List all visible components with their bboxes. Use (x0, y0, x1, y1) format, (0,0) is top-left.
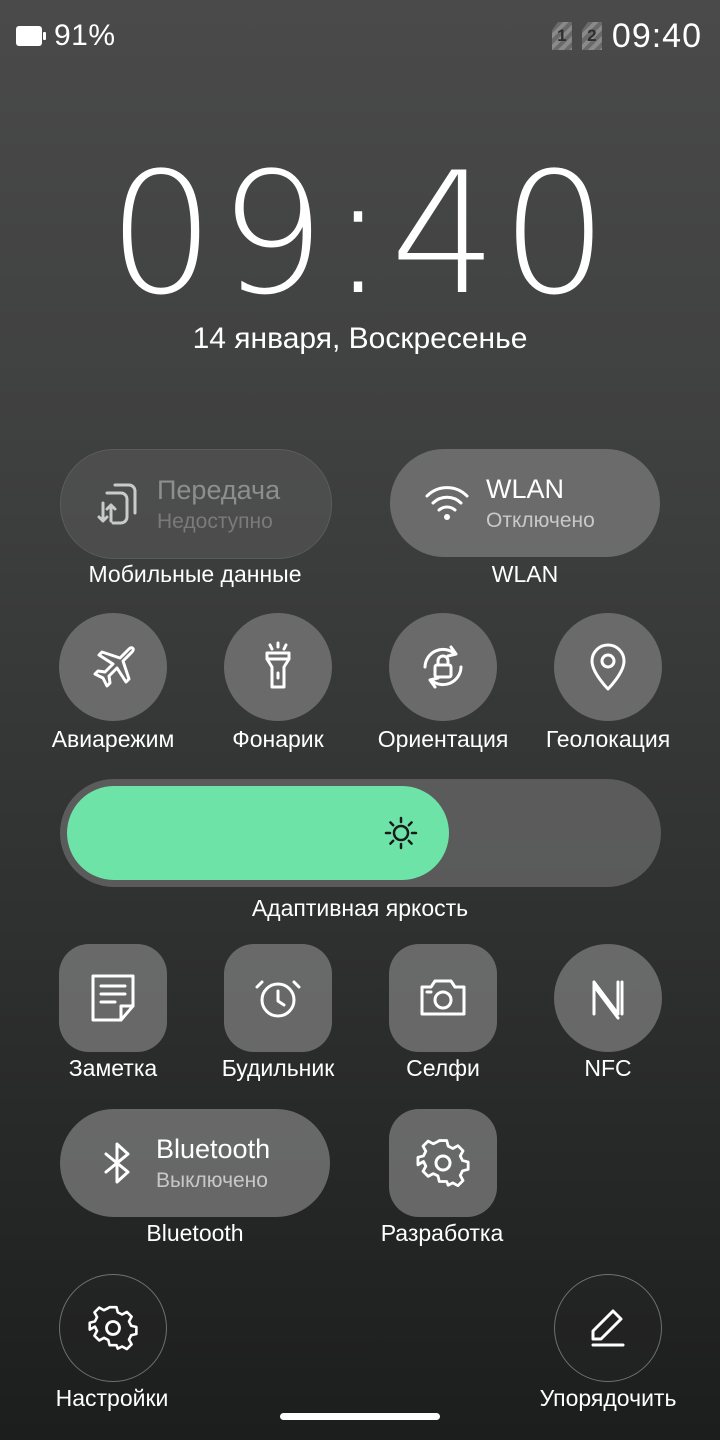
arrange-button[interactable] (554, 1274, 662, 1382)
location-label: Геолокация (545, 726, 671, 752)
airplane-icon (85, 639, 141, 695)
developer-options-button[interactable] (389, 1109, 497, 1217)
nfc-button[interactable] (554, 944, 662, 1052)
mobile-data-tile[interactable]: Передача Недоступно (60, 449, 332, 559)
lockscreen-date: 14 января, Воскресенье (192, 322, 528, 355)
lockscreen-clock: 09:40 (107, 136, 613, 332)
bluetooth-title: Bluetooth (156, 1133, 271, 1164)
alarm-button[interactable] (224, 944, 332, 1052)
home-indicator[interactable] (280, 1413, 440, 1420)
alarm-label: Будильник (221, 1055, 335, 1081)
mobile-data-status: Недоступно (157, 509, 273, 533)
developer-options-label: Разработка (380, 1220, 504, 1246)
battery-icon (16, 26, 46, 46)
sim1-icon: 1 (551, 22, 572, 50)
orientation-label: Ориентация (377, 726, 509, 752)
wlan-label: WLAN (491, 561, 559, 587)
flashlight-label: Фонарик (232, 726, 324, 752)
bluetooth-icon (92, 1138, 142, 1188)
gear-icon (415, 1135, 471, 1191)
flashlight-icon (250, 639, 306, 695)
data-transfer-icon (93, 479, 143, 529)
sun-icon (383, 815, 419, 851)
settings-label: Настройки (55, 1385, 169, 1411)
brightness-label: Адаптивная яркость (251, 895, 469, 921)
battery-percentage: 91% (54, 19, 116, 52)
camera-icon (415, 970, 471, 1026)
arrange-label: Упорядочить (539, 1385, 677, 1411)
settings-gear-icon (87, 1302, 139, 1354)
bluetooth-label: Bluetooth (146, 1220, 244, 1246)
note-icon (85, 970, 141, 1026)
brightness-slider-fill[interactable] (67, 786, 449, 880)
airplane-mode-button[interactable] (59, 613, 167, 721)
wifi-icon (422, 478, 472, 528)
note-button[interactable] (59, 944, 167, 1052)
mobile-data-label: Мобильные данные (88, 561, 302, 587)
nfc-icon (580, 970, 636, 1026)
location-pin-icon (580, 639, 636, 695)
note-label: Заметка (68, 1055, 158, 1081)
nfc-label: NFC (584, 1055, 632, 1081)
status-bar-right: 1 2 09:40 (551, 16, 702, 56)
bluetooth-tile[interactable]: Bluetooth Выключено (60, 1109, 330, 1217)
wlan-status: Отключено (486, 508, 595, 532)
bluetooth-status: Выключено (156, 1168, 268, 1192)
wlan-tile[interactable]: WLAN Отключено (390, 449, 660, 557)
rotation-lock-icon (415, 639, 471, 695)
settings-button[interactable] (59, 1274, 167, 1382)
orientation-button[interactable] (389, 613, 497, 721)
alarm-clock-icon (250, 970, 306, 1026)
airplane-mode-label: Авиарежим (51, 726, 175, 752)
selfie-button[interactable] (389, 944, 497, 1052)
edit-pencil-icon (583, 1303, 633, 1353)
mobile-data-title: Передача (157, 474, 281, 505)
sim2-icon: 2 (581, 22, 602, 50)
location-button[interactable] (554, 613, 662, 721)
wlan-title: WLAN (486, 473, 565, 504)
status-time: 09:40 (611, 16, 702, 55)
selfie-label: Селфи (406, 1055, 480, 1081)
status-bar-left: 91% (16, 16, 116, 56)
flashlight-button[interactable] (224, 613, 332, 721)
